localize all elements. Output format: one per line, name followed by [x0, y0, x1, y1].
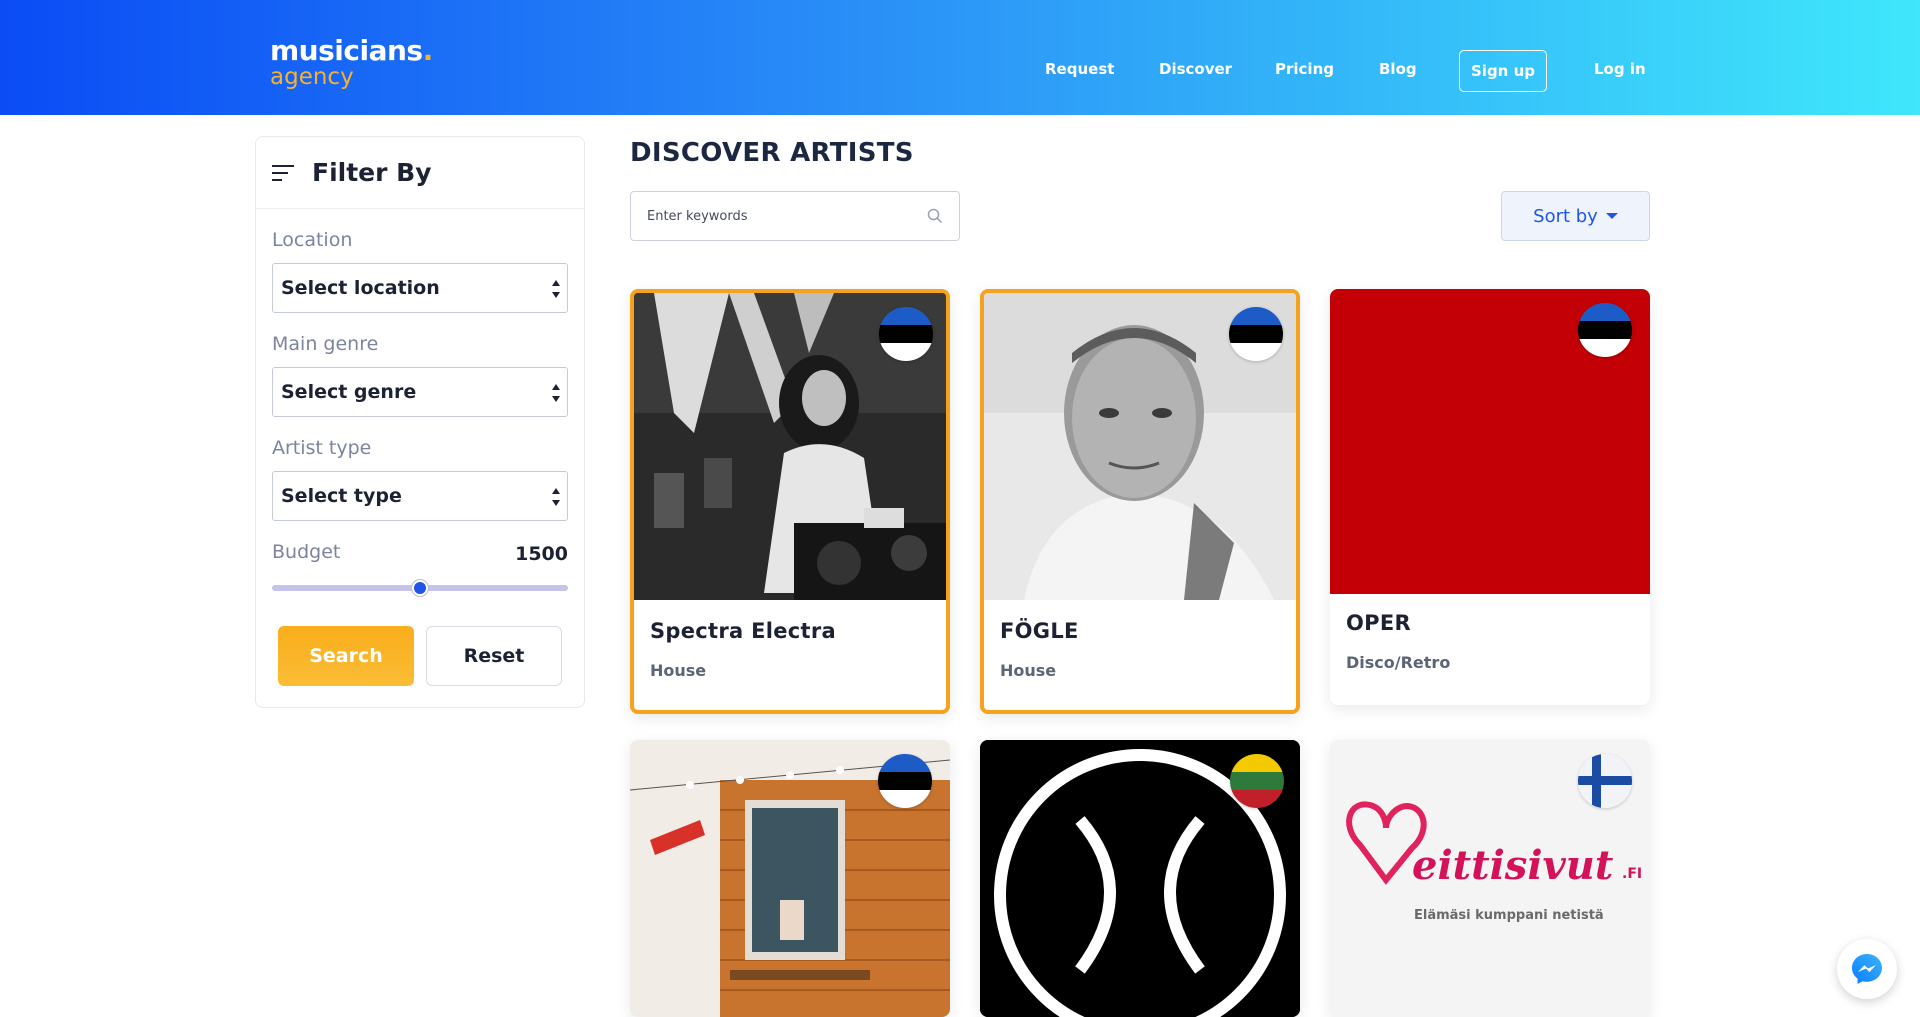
estonia-flag-icon: [1578, 303, 1632, 357]
artist-name: FÖGLE: [1000, 619, 1079, 643]
budget-slider[interactable]: [272, 580, 568, 596]
signup-button[interactable]: Sign up: [1459, 50, 1547, 92]
login-link[interactable]: Log in: [1594, 60, 1646, 78]
type-select[interactable]: Select type: [272, 471, 568, 521]
sort-dropdown[interactable]: Sort by: [1501, 191, 1650, 241]
sort-label: Sort by: [1533, 205, 1598, 227]
filter-icon: [272, 164, 294, 181]
keyword-search: [630, 191, 960, 241]
location-select-value: Select location: [281, 277, 440, 299]
search-input[interactable]: [631, 192, 911, 240]
artist-genre: Disco/Retro: [1346, 653, 1451, 672]
artist-card[interactable]: [980, 740, 1300, 1017]
artist-card[interactable]: [630, 740, 950, 1017]
type-select-value: Select type: [281, 485, 402, 507]
artist-card[interactable]: eittisivut .FI Elämäsi kumppani netistä: [1330, 740, 1650, 1017]
ad-brand: eittisivut: [1412, 842, 1614, 889]
messenger-chat-button[interactable]: [1837, 939, 1897, 999]
genre-select-value: Select genre: [281, 381, 417, 403]
main-nav: Request Discover Pricing Blog Sign up Lo…: [0, 50, 1920, 92]
location-label: Location: [272, 229, 353, 251]
estonia-flag-icon: [879, 307, 933, 361]
type-label: Artist type: [272, 437, 372, 459]
artist-name: Spectra Electra: [650, 619, 837, 643]
ad-tagline: Elämäsi kumppani netistä: [1414, 908, 1604, 923]
artist-card[interactable]: Spectra Electra House: [630, 289, 950, 714]
select-arrows-icon: [551, 279, 561, 299]
genre-label: Main genre: [272, 333, 379, 355]
artist-name: OPER: [1346, 611, 1411, 635]
artist-genre: House: [650, 661, 707, 680]
page-title: DISCOVER ARTISTS: [630, 138, 914, 168]
search-button[interactable]: Search: [278, 626, 414, 686]
budget-slider-thumb[interactable]: [412, 580, 428, 596]
messenger-icon: [1852, 954, 1882, 984]
lithuania-flag-icon: [1230, 754, 1284, 808]
estonia-flag-icon: [1229, 307, 1283, 361]
artist-card[interactable]: FÖGLE House: [980, 289, 1300, 714]
budget-label: Budget: [272, 541, 341, 563]
budget-value: 1500: [515, 543, 568, 565]
caret-down-icon: [1605, 213, 1618, 219]
nav-request[interactable]: Request: [1045, 60, 1114, 78]
nav-pricing[interactable]: Pricing: [1275, 60, 1334, 78]
filter-panel: Filter By Location Select location Main …: [255, 136, 585, 708]
nav-blog[interactable]: Blog: [1379, 60, 1417, 78]
artist-card[interactable]: OPER Disco/Retro: [1330, 289, 1650, 705]
filter-header: Filter By: [256, 137, 584, 209]
select-arrows-icon: [551, 487, 561, 507]
estonia-flag-icon: [878, 754, 932, 808]
ad-brand-suffix: .FI: [1622, 866, 1643, 882]
filter-title: Filter By: [312, 158, 432, 187]
nav-discover[interactable]: Discover: [1159, 60, 1232, 78]
reset-button[interactable]: Reset: [426, 626, 562, 686]
genre-select[interactable]: Select genre: [272, 367, 568, 417]
finland-flag-icon: [1578, 754, 1632, 808]
artist-genre: House: [1000, 661, 1057, 680]
search-icon[interactable]: [927, 208, 943, 224]
select-arrows-icon: [551, 383, 561, 403]
location-select[interactable]: Select location: [272, 263, 568, 313]
site-header: musicians. agency Request Discover Prici…: [0, 0, 1920, 115]
